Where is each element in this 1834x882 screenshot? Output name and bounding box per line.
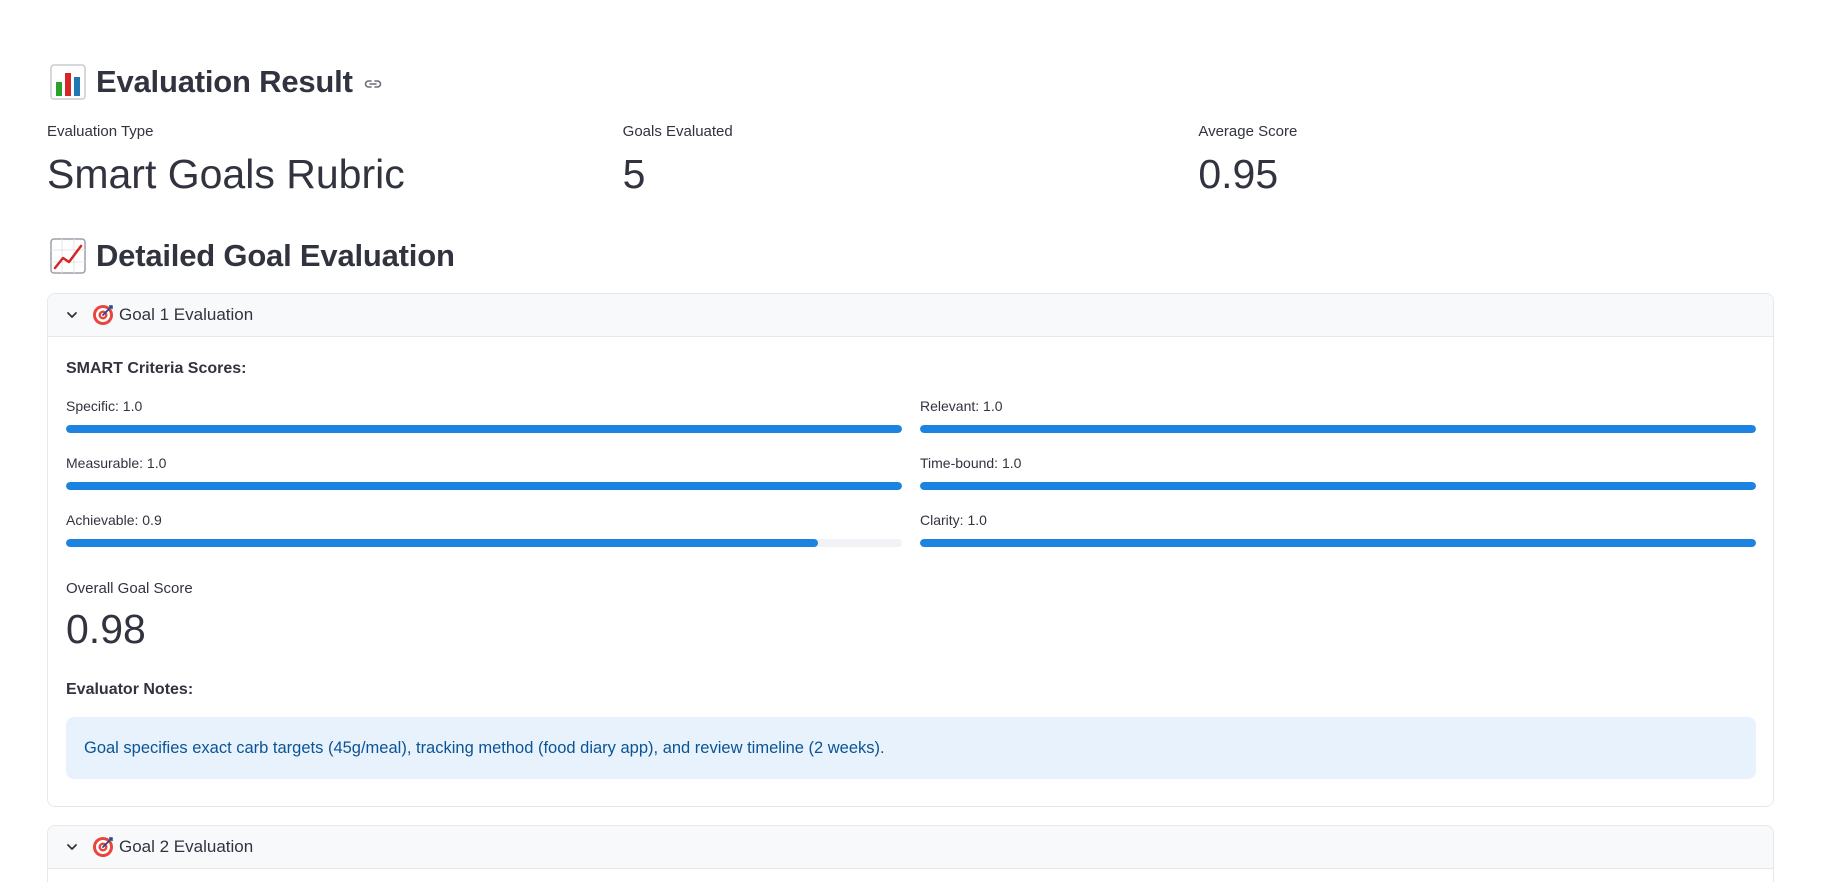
- link-icon[interactable]: [363, 74, 383, 94]
- goal-expander-title: Goal 1 Evaluation: [119, 305, 254, 324]
- evaluation-result-heading: Evaluation Result: [47, 62, 383, 102]
- metric-evaluation-type: Evaluation Type Smart Goals Rubric: [47, 122, 623, 200]
- evaluation-result-title: Evaluation Result: [96, 64, 353, 99]
- direct-hit-target-icon: [92, 304, 114, 326]
- criterion-relevant: Relevant: 1.0: [920, 397, 1756, 433]
- progress-track: [920, 425, 1756, 433]
- detailed-goal-evaluation-heading: Detailed Goal Evaluation: [47, 236, 455, 276]
- metrics-row: Evaluation Type Smart Goals Rubric Goals…: [47, 122, 1774, 200]
- criterion-time-bound: Time-bound: 1.0: [920, 454, 1756, 490]
- metric-value: 5: [622, 151, 646, 197]
- criterion-label: Time-bound: 1.0: [920, 455, 1022, 471]
- evaluator-notes-title: Evaluator Notes:: [66, 681, 194, 698]
- progress-track: [66, 425, 902, 433]
- chart-increasing-icon: [50, 238, 86, 274]
- bar-chart-icon: [50, 64, 86, 100]
- goal-expander: Goal 1 Evaluation SMART Criteria Scores:…: [47, 293, 1774, 807]
- progress-fill: [920, 539, 1756, 547]
- metric-label: Goals Evaluated: [622, 123, 733, 140]
- criterion-label: Relevant: 1.0: [920, 398, 1003, 414]
- overall-goal-score-value: 0.98: [66, 606, 146, 652]
- chevron-down-icon[interactable]: [64, 839, 80, 855]
- criterion-clarity: Clarity: 1.0: [920, 511, 1756, 547]
- metric-average-score: Average Score 0.95: [1198, 122, 1774, 200]
- metric-value: 0.95: [1198, 151, 1279, 197]
- evaluator-notes-text: Goal specifies exact carb targets (45g/m…: [84, 738, 885, 757]
- criterion-specific: Specific: 1.0: [66, 397, 902, 433]
- overall-goal-score-label: Overall Goal Score: [66, 580, 193, 597]
- evaluator-notes-box: Goal specifies exact carb targets (45g/m…: [66, 717, 1756, 779]
- progress-fill: [920, 482, 1756, 490]
- progress-fill: [66, 539, 819, 547]
- smart-criteria-title: SMART Criteria Scores:: [66, 360, 247, 377]
- criterion-achievable: Achievable: 0.9: [66, 511, 902, 547]
- progress-fill: [66, 425, 902, 433]
- metric-value: Smart Goals Rubric: [47, 151, 405, 197]
- criterion-label: Measurable: 1.0: [66, 455, 167, 471]
- goal-expander-header[interactable]: Goal 1 Evaluation: [48, 294, 1773, 337]
- goal-expander-title: Goal 2 Evaluation: [119, 837, 254, 856]
- criterion-label: Clarity: 1.0: [920, 512, 987, 528]
- criterion-label: Achievable: 0.9: [66, 512, 162, 528]
- metric-goals-evaluated: Goals Evaluated 5: [623, 122, 1199, 200]
- metric-label: Evaluation Type: [47, 123, 154, 140]
- criterion-measurable: Measurable: 1.0: [66, 454, 902, 490]
- progress-track: [920, 482, 1756, 490]
- metric-label: Average Score: [1198, 123, 1298, 140]
- page: Evaluation Result Evaluation Type Smart …: [0, 0, 1834, 882]
- direct-hit-target-icon: [92, 836, 114, 858]
- goal-expander-header[interactable]: Goal 2 Evaluation: [48, 826, 1773, 869]
- criterion-label: Specific: 1.0: [66, 398, 143, 414]
- chevron-down-icon[interactable]: [64, 307, 80, 323]
- progress-track: [920, 539, 1756, 547]
- progress-track: [66, 482, 902, 490]
- detailed-goal-evaluation-title: Detailed Goal Evaluation: [96, 238, 455, 273]
- progress-fill: [66, 482, 902, 490]
- progress-track: [66, 539, 902, 547]
- goal-expander: Goal 2 Evaluation: [47, 825, 1774, 882]
- progress-fill: [920, 425, 1756, 433]
